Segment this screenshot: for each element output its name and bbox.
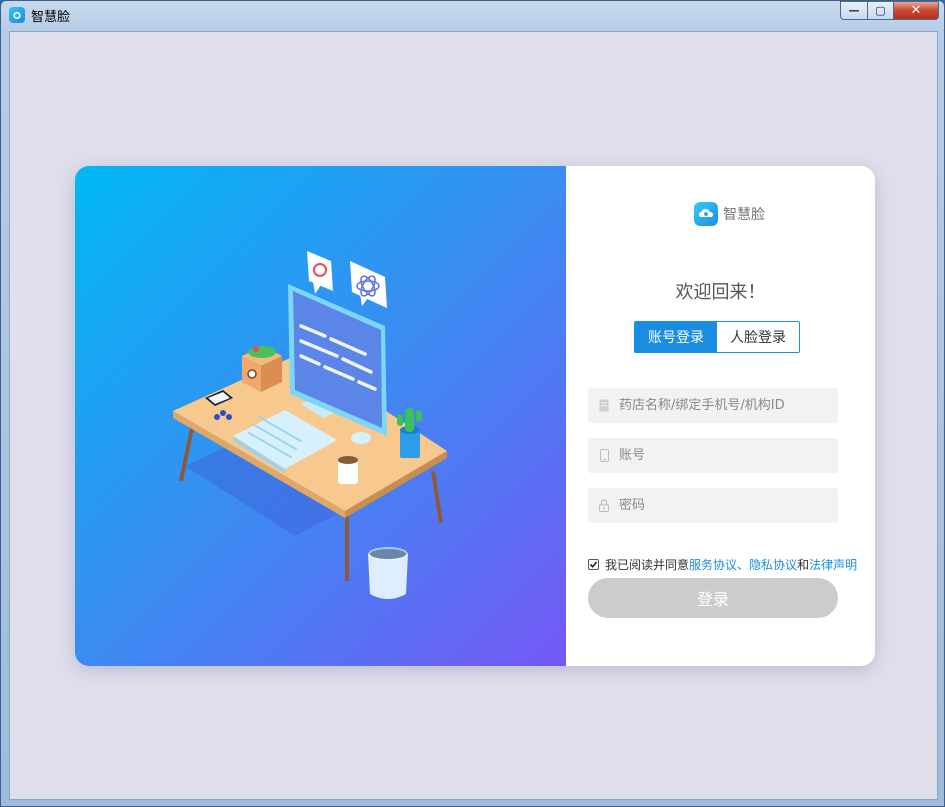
- window-controls: — ▢ ✕: [840, 1, 939, 21]
- service-agreement-link[interactable]: 服务协议: [689, 556, 737, 573]
- checkmark-icon: [589, 561, 598, 568]
- password-field: [588, 488, 838, 523]
- illustration-panel: [75, 166, 566, 666]
- phone-icon: [597, 449, 611, 463]
- close-button[interactable]: ✕: [893, 1, 939, 20]
- password-input[interactable]: [619, 498, 838, 513]
- agreement-row: 我已阅读并同意 服务协议 、 隐私协议 和 法律声明: [588, 556, 857, 573]
- login-form-panel: 智慧脸 欢迎回来！ 账号登录 人脸登录 药店名称/绑定手机号/机构ID 账号 我…: [566, 166, 875, 666]
- tab-account-login[interactable]: 账号登录: [635, 322, 717, 352]
- account-field: [588, 438, 838, 473]
- store-input[interactable]: [619, 398, 838, 413]
- client-area: 智慧脸 欢迎回来！ 账号登录 人脸登录 药店名称/绑定手机号/机构ID 账号 我…: [9, 31, 938, 800]
- login-button[interactable]: 登录: [588, 578, 838, 618]
- maximize-button[interactable]: ▢: [867, 1, 893, 20]
- maximize-icon: ▢: [875, 4, 886, 17]
- tab-face-login[interactable]: 人脸登录: [717, 322, 799, 352]
- login-mode-tabs: 账号登录 人脸登录: [634, 321, 800, 353]
- privacy-agreement-link[interactable]: 隐私协议: [749, 556, 797, 573]
- agreement-prefix: 我已阅读并同意: [605, 558, 690, 572]
- lock-icon: [597, 499, 611, 513]
- window-title: 智慧脸: [31, 10, 71, 25]
- legal-statement-link[interactable]: 法律声明: [809, 556, 857, 573]
- brand-logo-icon: [694, 202, 718, 226]
- brand: 智慧脸: [694, 202, 765, 226]
- agreement-and: 和: [797, 558, 810, 572]
- welcome-heading: 欢迎回来！: [675, 282, 766, 303]
- close-icon: ✕: [910, 3, 922, 18]
- workspace-illustration: [173, 251, 447, 599]
- account-input[interactable]: [619, 448, 838, 463]
- minimize-icon: —: [848, 4, 860, 17]
- app-window: 智慧脸 — ▢ ✕ 智慧脸 欢迎回来！ 账号登录 人脸登录 药店名称/绑定手机号…: [0, 0, 945, 807]
- app-cloud-icon: [9, 7, 25, 23]
- store-field: [588, 388, 838, 423]
- agreement-separator: 、: [737, 558, 750, 572]
- title-bar[interactable]: 智慧脸 — ▢ ✕: [1, 1, 944, 29]
- building-icon: [597, 399, 611, 413]
- brand-name: 智慧脸: [723, 207, 765, 223]
- agreement-checkbox[interactable]: [588, 559, 599, 570]
- login-card: 智慧脸 欢迎回来！ 账号登录 人脸登录 药店名称/绑定手机号/机构ID 账号 我…: [75, 166, 875, 666]
- minimize-button[interactable]: —: [840, 1, 867, 20]
